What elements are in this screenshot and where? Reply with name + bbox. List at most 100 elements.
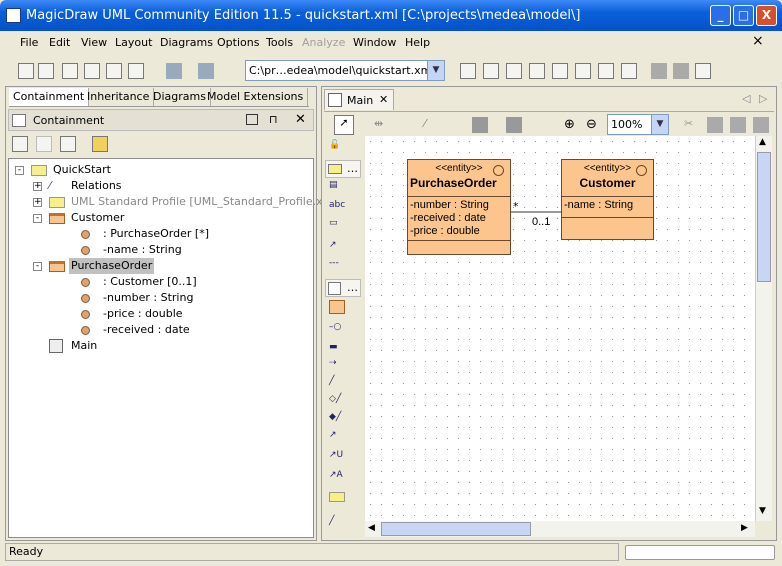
menu-diagrams[interactable]: Diagrams xyxy=(160,36,213,49)
diagram-canvas[interactable]: * 0..1 <<entity>> PurchaseOrder -number … xyxy=(365,136,755,521)
tree-item[interactable]: - Customer xyxy=(9,210,309,226)
tree-item[interactable]: - PurchaseOrder xyxy=(9,258,309,274)
menu-layout[interactable]: Layout xyxy=(115,36,152,49)
palette-group-class[interactable]: … xyxy=(325,279,361,297)
tree-item[interactable]: : Customer [0..1] xyxy=(9,274,309,290)
lock-icon[interactable]: 🔓 xyxy=(329,140,345,154)
notes-icon[interactable] xyxy=(695,63,711,79)
copy-icon[interactable] xyxy=(707,117,723,133)
fill-color-icon[interactable] xyxy=(472,117,488,133)
print-icon[interactable] xyxy=(106,63,122,79)
menu-file[interactable]: File xyxy=(20,36,38,49)
tab-model-extensions[interactable]: Model Extensions xyxy=(203,88,309,106)
link-icon[interactable]: ↗ xyxy=(329,430,345,444)
redo-icon[interactable] xyxy=(198,63,214,79)
expand-toggle-icon[interactable]: + xyxy=(33,198,42,207)
interface-icon[interactable]: –○ xyxy=(329,322,345,336)
chevron-down-icon[interactable]: ▼ xyxy=(651,115,668,134)
maximize-button[interactable]: □ xyxy=(733,5,754,26)
expand-toggle-icon[interactable]: + xyxy=(33,182,42,191)
undo-icon[interactable] xyxy=(166,63,182,79)
tree-item[interactable]: -name : String xyxy=(9,242,309,258)
tab-containment[interactable]: Containment xyxy=(9,88,90,106)
print-preview-icon[interactable] xyxy=(84,63,100,79)
tree-item[interactable]: -number : String xyxy=(9,290,309,306)
activity-diagram-icon[interactable] xyxy=(575,63,591,79)
zoom-in-icon[interactable]: ⊕ xyxy=(564,117,580,133)
chevron-down-icon[interactable]: ▼ xyxy=(427,61,444,80)
scroll-tabs-right-icon[interactable]: ▷ xyxy=(759,92,767,105)
new-icon[interactable] xyxy=(18,63,34,79)
class-customer[interactable]: <<entity>> Customer -name : String xyxy=(561,159,654,240)
close-panel-icon[interactable]: ✕ xyxy=(295,112,306,127)
save-icon[interactable] xyxy=(62,63,78,79)
pin-icon[interactable]: ⊓ xyxy=(269,113,278,126)
expand-toggle-icon[interactable]: - xyxy=(15,166,24,175)
separator-icon[interactable]: --- xyxy=(329,258,345,272)
tab-inheritance[interactable]: Inheritance xyxy=(83,88,155,106)
composition-icon[interactable]: ◆╱ xyxy=(329,412,345,426)
package-icon[interactable]: ▬ xyxy=(329,342,345,356)
horizontal-scrollbar[interactable]: ◀ ▶ xyxy=(365,521,755,537)
cut-icon[interactable]: ✂ xyxy=(684,117,700,133)
close-tab-icon[interactable]: ✕ xyxy=(379,93,388,106)
class-icon[interactable] xyxy=(329,300,345,314)
anchor-icon[interactable]: ↗ xyxy=(329,240,345,254)
vertical-scrollbar[interactable]: ▲ ▼ xyxy=(755,136,772,521)
comment-icon[interactable]: ▭ xyxy=(329,218,345,232)
menu-analyze[interactable]: Analyze xyxy=(302,36,345,49)
collaboration-diagram-icon[interactable] xyxy=(598,63,614,79)
menu-edit[interactable]: Edit xyxy=(49,36,70,49)
scroll-left-icon[interactable]: ◀ xyxy=(368,523,375,533)
menu-window[interactable]: Window xyxy=(353,36,396,49)
delete-icon[interactable] xyxy=(753,117,769,133)
scroll-up-icon[interactable]: ▲ xyxy=(759,137,766,147)
find-icon[interactable] xyxy=(128,63,144,79)
line-icon[interactable]: ╱ xyxy=(329,516,345,530)
horizontal-scroll-thumb[interactable] xyxy=(381,522,531,536)
sequence-diagram-icon[interactable] xyxy=(529,63,545,79)
forward-icon[interactable] xyxy=(673,63,689,79)
tree-item[interactable]: -received : date xyxy=(9,322,309,338)
abstraction-icon[interactable]: ↗A xyxy=(329,470,345,484)
component-diagram-icon[interactable] xyxy=(506,63,522,79)
note-icon[interactable]: ▤ xyxy=(329,180,345,194)
palette-group-common[interactable]: … xyxy=(325,160,361,178)
arrange-icon[interactable] xyxy=(506,117,522,133)
back-icon[interactable] xyxy=(651,63,667,79)
scroll-right-icon[interactable]: ▶ xyxy=(741,523,748,533)
menu-view[interactable]: View xyxy=(81,36,107,49)
open-icon[interactable] xyxy=(38,63,54,79)
dependency-icon[interactable]: ⇢ xyxy=(329,358,345,372)
restore-panel-icon[interactable] xyxy=(246,114,258,125)
expand-toggle-icon[interactable]: - xyxy=(33,214,42,223)
tree-item[interactable]: Main xyxy=(9,338,309,354)
aggregation-icon[interactable]: ◇╱ xyxy=(329,394,345,408)
select-pointer-icon[interactable]: ➚ xyxy=(334,115,354,135)
class-purchaseorder[interactable]: <<entity>> PurchaseOrder -number : Strin… xyxy=(407,159,511,255)
vertical-scroll-thumb[interactable] xyxy=(757,152,771,282)
tree-item[interactable]: -price : double xyxy=(9,306,309,322)
tab-diagrams[interactable]: Diagrams xyxy=(149,88,211,106)
paste-icon[interactable] xyxy=(730,117,746,133)
menu-help[interactable]: Help xyxy=(405,36,430,49)
tree-item[interactable]: + ⁄ Relations xyxy=(9,178,309,194)
tree-item[interactable]: + UML Standard Profile [UML_Standard_Prof… xyxy=(9,194,341,210)
use-case-diagram-icon[interactable] xyxy=(483,63,499,79)
tab-main[interactable]: Main ✕ xyxy=(324,89,394,110)
filter-icon[interactable] xyxy=(60,136,76,152)
collapse-icon[interactable] xyxy=(36,136,52,152)
open-folder-icon[interactable] xyxy=(92,136,108,152)
association-icon[interactable]: ╱ xyxy=(329,376,345,390)
align-icon[interactable]: ⇹ xyxy=(374,117,390,133)
tree-item[interactable]: : PurchaseOrder [*] xyxy=(9,226,309,242)
project-path-select[interactable]: C:\pr…edea\model\quickstart.xml ▼ xyxy=(245,60,445,81)
constraint-icon[interactable] xyxy=(329,492,345,502)
close-project-button[interactable]: × xyxy=(752,33,764,49)
state-diagram-icon[interactable] xyxy=(552,63,568,79)
close-button[interactable]: X xyxy=(756,5,777,26)
usage-icon[interactable]: ↗U xyxy=(329,450,345,464)
deployment-diagram-icon[interactable] xyxy=(621,63,637,79)
text-box-icon[interactable]: abc xyxy=(329,200,345,214)
menu-options[interactable]: Options xyxy=(217,36,259,49)
